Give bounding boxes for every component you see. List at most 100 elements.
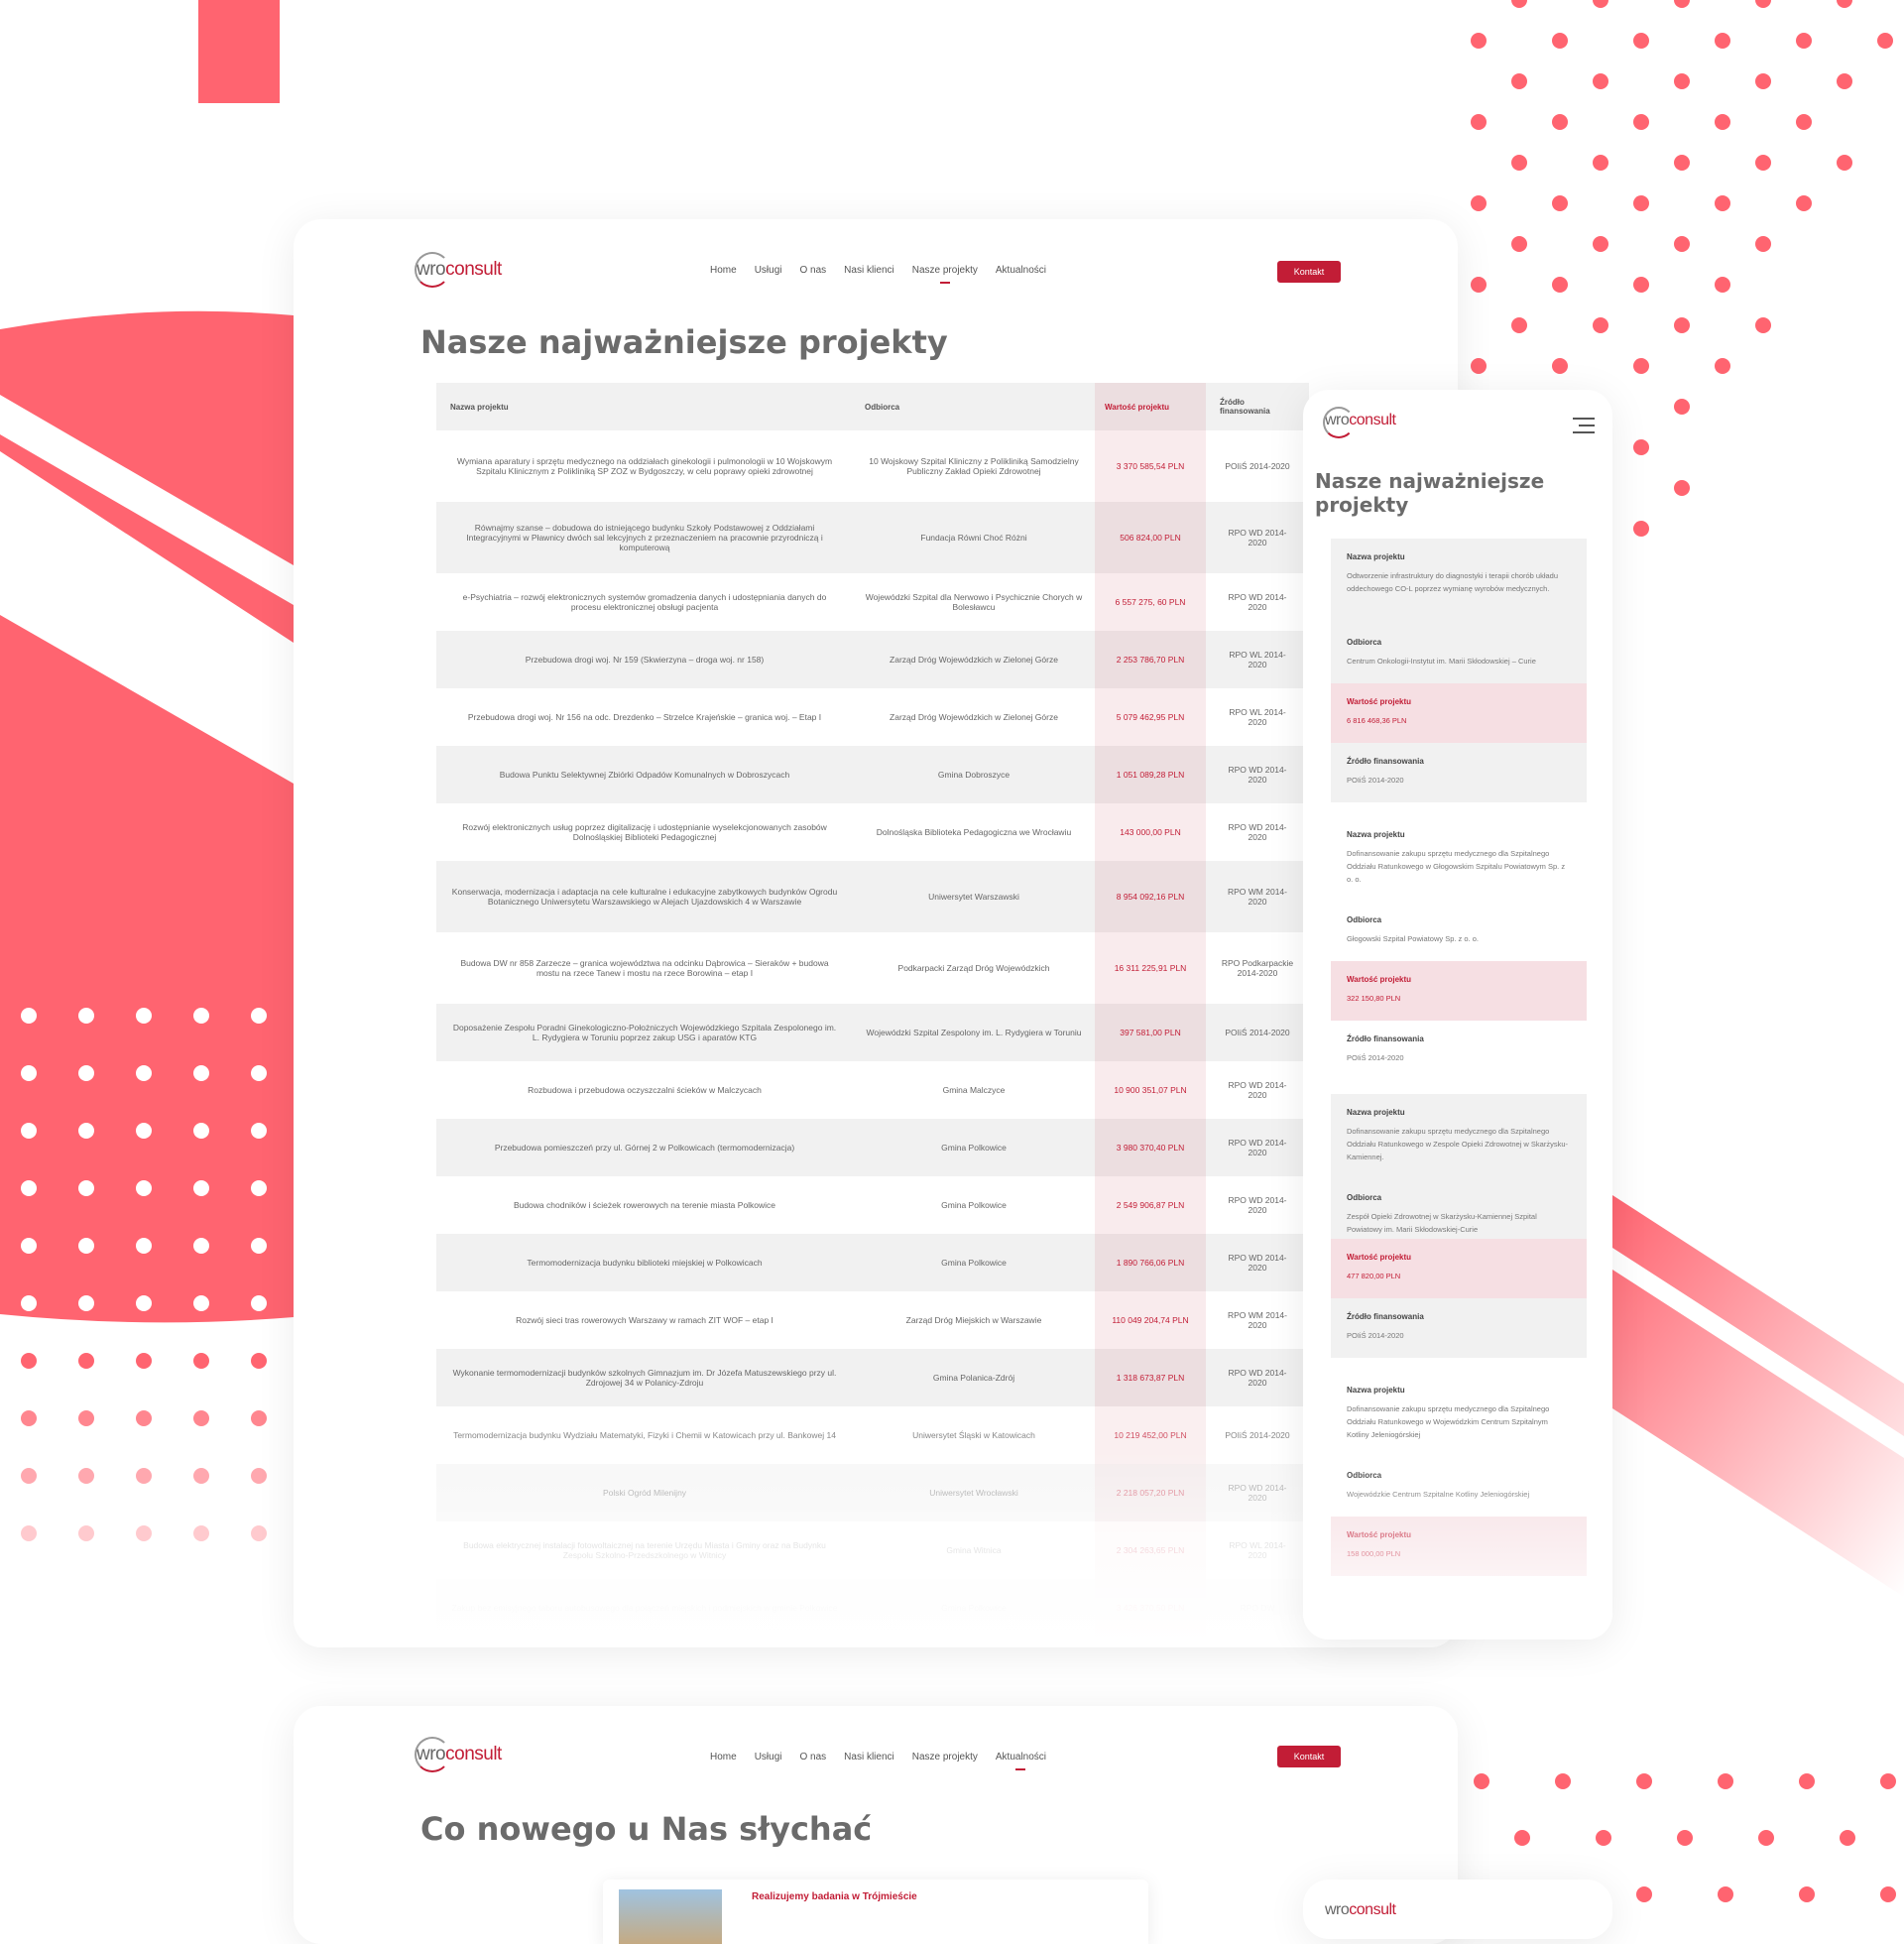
pattern-dot [136, 1008, 152, 1024]
pattern-dot [1471, 195, 1487, 211]
header-zrodlo: Źródło finansowania [1220, 398, 1270, 416]
mobile-field-src: Źródło finansowania POIiŚ 2014-2020 [1331, 1298, 1587, 1358]
table-row: Przebudowa drogi woj. Nr 159 (Skwierzyna… [436, 631, 1309, 688]
nav-uslugi[interactable]: Usługi [755, 1752, 782, 1762]
table-row: Przebudowa drogi woj. Nr 156 na odc. Dre… [436, 688, 1309, 746]
pattern-dot [193, 1123, 209, 1139]
pattern-dot [1837, 0, 1852, 8]
nav-home[interactable]: Home [710, 265, 737, 276]
news-card[interactable]: Realizujemy badania w Trójmieście [603, 1880, 1148, 1944]
header-wartosc: Wartość projektu [1095, 383, 1206, 430]
pattern-dot [1796, 33, 1812, 49]
cell-value: 1 318 673,87 PLN [1095, 1349, 1206, 1406]
pattern-dot [251, 1295, 267, 1311]
pattern-dot [21, 1468, 37, 1484]
pattern-dot [193, 1008, 209, 1024]
pattern-dot [1552, 195, 1568, 211]
pattern-dot [136, 1353, 152, 1369]
pattern-dot [193, 1295, 209, 1311]
pattern-dot [1796, 114, 1812, 130]
table-row: e-Psychiatria – rozwój elektronicznych s… [436, 573, 1309, 631]
pattern-dot [1555, 1773, 1571, 1789]
pattern-dot [78, 1295, 94, 1311]
kontakt-button-2[interactable]: Kontakt [1277, 1746, 1341, 1767]
pattern-dot [193, 1525, 209, 1541]
pattern-dot [78, 1180, 94, 1196]
pattern-dot [251, 1410, 267, 1426]
pattern-dot [78, 1525, 94, 1541]
header-nazwa: Nazwa projektu [450, 402, 509, 412]
table-row: Budowa Punktu Selektywnej Zbiórki Odpadó… [436, 746, 1309, 803]
pattern-dot [1796, 195, 1812, 211]
cell-recipient: Gmina Polkowice [941, 1143, 1007, 1153]
pattern-dot [1674, 317, 1690, 333]
cell-source: RPO WD 2014-2020 [1228, 592, 1287, 612]
pattern-dot [1471, 277, 1487, 293]
table-row: Przebudowa pomieszczeń przy ul. Górnej 2… [436, 1119, 1309, 1176]
nav-aktualnosci[interactable]: Aktualności [996, 265, 1046, 276]
nav-nasi-klienci[interactable]: Nasi klienci [844, 1752, 894, 1762]
pattern-dot [193, 1065, 209, 1081]
cell-source: RPO WD 2014-2020 [1228, 528, 1287, 547]
mobile-field-label: Źródło finansowania [1347, 757, 1424, 766]
logo-arc-icon [415, 1737, 450, 1772]
kontakt-button[interactable]: Kontakt [1277, 261, 1341, 283]
nav-home[interactable]: Home [710, 1752, 737, 1762]
mobile-field-src: Źródło finansowania POIiŚ 2014-2020 [1331, 1021, 1587, 1080]
nav-o-nas[interactable]: O nas [799, 265, 826, 276]
pattern-dot [1674, 480, 1690, 496]
pattern-dot [1633, 277, 1649, 293]
table-fade-overlay [294, 1449, 1458, 1647]
nav-nasze-projekty[interactable]: Nasze projekty [912, 1752, 978, 1762]
mobile-field-label: Wartość projektu [1347, 975, 1412, 984]
cell-value: 16 311 225,91 PLN [1095, 932, 1206, 1004]
mobile-field-rec: Odbiorca Zespół Opieki Zdrowotnej w Skarż… [1331, 1179, 1587, 1239]
mobile-field-value: Zespół Opieki Zdrowotnej w Skarżysku-Kam… [1347, 1212, 1537, 1234]
pattern-dot [1636, 1773, 1652, 1789]
mobile-field-value: POIiŚ 2014-2020 [1347, 1053, 1404, 1062]
mobile-page-title: Nasze najważniejsze projekty [1315, 469, 1545, 517]
cell-project-name: Równajmy szanse – dobudowa do istniejące… [466, 523, 823, 552]
pattern-dot [78, 1353, 94, 1369]
news-title[interactable]: Realizujemy badania w Trójmieście [752, 1891, 917, 1902]
cell-source: RPO WM 2014-2020 [1228, 887, 1287, 907]
cell-source: RPO WD 2014-2020 [1228, 1253, 1287, 1273]
nav-aktualnosci[interactable]: Aktualności [996, 1752, 1046, 1770]
cell-project-name: Budowa DW nr 858 Zarzecze – granica woje… [460, 958, 829, 978]
hamburger-menu-icon[interactable] [1573, 418, 1595, 438]
pattern-dot [1471, 114, 1487, 130]
top-accent-block [198, 0, 280, 103]
pattern-dot [1552, 33, 1568, 49]
cell-source: RPO WM 2014-2020 [1228, 1310, 1287, 1330]
desktop-projects-page: wroconsult Home Usługi O nas Nasi klienc… [294, 219, 1458, 1647]
nav-nasze-projekty[interactable]: Nasze projekty [912, 265, 978, 284]
pattern-dot [251, 1468, 267, 1484]
cell-source: RPO WD 2014-2020 [1228, 765, 1287, 785]
mobile-field-val: Wartość projektu 477 820,00 PLN [1331, 1239, 1587, 1298]
pattern-dot [1837, 155, 1852, 171]
table-row: Rozbudowa i przebudowa oczyszczalni ście… [436, 1061, 1309, 1119]
pattern-dot [21, 1525, 37, 1541]
mobile-field-label: Wartość projektu [1347, 697, 1412, 706]
mobile-projects-page: wroconsult Nasze najważniejsze projekty … [1303, 390, 1612, 1640]
pattern-dot [1715, 358, 1730, 374]
mobile-field-label: Odbiorca [1347, 1193, 1382, 1202]
logo-arc-icon [415, 252, 450, 288]
nav-o-nas[interactable]: O nas [799, 1752, 826, 1762]
nav-nasi-klienci[interactable]: Nasi klienci [844, 265, 894, 276]
pattern-dot [1880, 1886, 1896, 1902]
mobile-news-page: wroconsult [1303, 1880, 1612, 1939]
cell-source: RPO WD 2014-2020 [1228, 1080, 1287, 1100]
right-stripe [1612, 1195, 1904, 1597]
pattern-dot [1674, 155, 1690, 171]
pattern-dot [1758, 1830, 1774, 1846]
nav-uslugi[interactable]: Usługi [755, 265, 782, 276]
cell-value: 506 824,00 PLN [1095, 502, 1206, 573]
cell-project-name: Doposażenie Zespołu Poradni Ginekologicz… [452, 1023, 837, 1042]
cell-value: 397 581,00 PLN [1095, 1004, 1206, 1061]
pattern-dot [1715, 195, 1730, 211]
cell-recipient: Gmina Polkowice [941, 1258, 1007, 1268]
mobile-field-label: Nazwa projektu [1347, 1108, 1405, 1117]
pattern-dot [136, 1123, 152, 1139]
cell-project-name: Wymiana aparatury i sprzętu medycznego n… [456, 456, 833, 476]
